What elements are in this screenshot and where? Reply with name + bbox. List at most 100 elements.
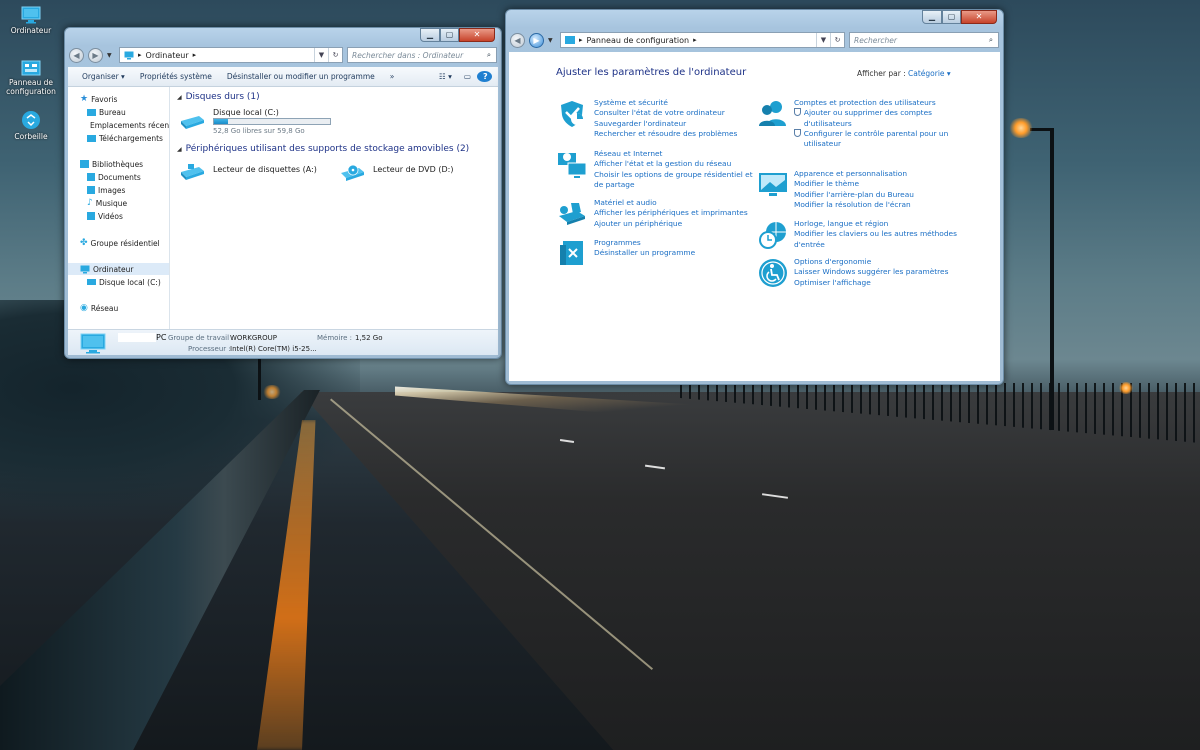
cp-client-area: Ajuster les paramètres de l'ordinateur A… <box>509 52 1000 381</box>
category-title-link[interactable]: Programmes <box>594 238 764 248</box>
task-link[interactable]: Ajouter un périphérique <box>594 219 764 229</box>
category-programs: Programmes Désinstaller un programme <box>594 238 764 259</box>
category-title-link[interactable]: Matériel et audio <box>594 198 764 208</box>
category-title-link[interactable]: Système et sécurité <box>594 98 764 108</box>
breadcrumb-separator: ▸ <box>579 36 583 44</box>
address-bar[interactable]: ▸ Ordinateur ▸ ▼ ↻ <box>119 47 343 63</box>
desktop-icon-recycle-bin[interactable]: Corbeille <box>2 110 60 141</box>
nav-item-desktop[interactable]: Bureau <box>68 106 169 118</box>
task-link[interactable]: Configurer le contrôle parental pour un … <box>804 129 979 150</box>
nav-item-documents[interactable]: Documents <box>68 171 169 183</box>
task-link[interactable]: Laisser Windows suggérer les paramètres <box>794 267 979 277</box>
user-accounts-icon <box>759 101 786 126</box>
page-title: Ajuster les paramètres de l'ordinateur <box>556 67 747 78</box>
category-title-link[interactable]: Options d'ergonomie <box>794 257 979 267</box>
help-icon[interactable]: ? <box>477 71 498 82</box>
minimize-button[interactable]: ▁ <box>922 10 942 24</box>
preview-pane-icon[interactable]: ▭ <box>458 72 477 81</box>
address-dropdown-button[interactable]: ▼ <box>816 33 830 47</box>
close-button[interactable]: ✕ <box>459 28 495 42</box>
back-button[interactable]: ◀ <box>510 32 525 48</box>
appearance-icon <box>759 173 787 196</box>
control-panel-window[interactable]: ▁ ▢ ✕ ◀ ▶ ▼ ▸ Panneau de configuration ▸… <box>505 9 1004 385</box>
address-bar[interactable]: ▸ Panneau de configuration ▸ ▼ ↻ <box>560 32 845 48</box>
task-link[interactable]: Modifier les claviers ou les autres méth… <box>794 229 979 250</box>
minimize-button[interactable]: ▁ <box>420 28 440 42</box>
category-title-link[interactable]: Comptes et protection des utilisateurs <box>794 98 979 108</box>
nav-item-local-disk[interactable]: Disque local (C:) <box>68 276 169 288</box>
nav-item-music[interactable]: ♪ Musique <box>68 197 169 209</box>
task-link[interactable]: Optimiser l'affichage <box>794 278 979 288</box>
forward-button[interactable]: ▶ <box>88 47 103 63</box>
refresh-button[interactable]: ↻ <box>830 33 844 47</box>
processor-value: Intel(R) Core(TM) i5-25... <box>230 345 317 353</box>
drive-icon <box>87 279 96 285</box>
task-link[interactable]: Modifier l'arrière-plan du Bureau <box>794 190 979 200</box>
nav-item-pictures[interactable]: Images <box>68 184 169 196</box>
search-input[interactable]: Rechercher ⌕ <box>849 32 999 48</box>
search-icon[interactable]: ⌕ <box>482 50 496 60</box>
nav-network[interactable]: ◉ Réseau <box>68 302 169 314</box>
category-clock-language: Horloge, langue et région Modifier les c… <box>794 219 979 250</box>
task-link[interactable]: Afficher les périphériques et imprimante… <box>594 208 764 218</box>
task-link[interactable]: Modifier le thème <box>794 179 979 189</box>
forward-button[interactable]: ▶ <box>529 32 544 48</box>
category-user-accounts: Comptes et protection des utilisateurs A… <box>794 98 979 149</box>
desktop-icon-computer[interactable]: Ordinateur <box>2 6 60 35</box>
window-caption-buttons: ▁ ▢ ✕ <box>420 28 495 42</box>
task-link[interactable]: Rechercher et résoudre des problèmes <box>594 129 764 139</box>
task-link[interactable]: Consulter l'état de votre ordinateur <box>594 108 764 118</box>
uac-shield-icon <box>794 128 801 137</box>
maximize-button[interactable]: ▢ <box>942 10 961 24</box>
view-options-icon[interactable]: ☷ ▾ <box>433 72 458 81</box>
desktop-icon-control-panel[interactable]: Panneau de configuration <box>2 60 60 96</box>
close-button[interactable]: ✕ <box>961 10 997 24</box>
breadcrumb-chevron-icon[interactable]: ▸ <box>693 36 697 44</box>
organize-menu[interactable]: Organiser ▾ <box>76 72 134 81</box>
explorer-window[interactable]: ▁ ▢ ✕ ◀ ▶ ▼ ▸ Ordinateur ▸ ▼ ↻ Recherche… <box>64 27 502 359</box>
computer-name-suffix: PC <box>156 333 167 342</box>
address-dropdown-button[interactable]: ▼ <box>314 48 328 62</box>
desktop-icon-label: Corbeille <box>14 132 48 141</box>
recycle-bin-icon <box>22 111 40 129</box>
task-link[interactable]: Modifier la résolution de l'écran <box>794 200 979 210</box>
maximize-button[interactable]: ▢ <box>440 28 459 42</box>
system-properties-button[interactable]: Propriétés système <box>134 72 221 81</box>
search-input[interactable]: Rechercher dans : Ordinateur ⌕ <box>347 47 497 63</box>
group-header-hard-disks[interactable]: ◢ Disques durs (1) <box>177 92 260 102</box>
category-appearance: Apparence et personnalisation Modifier l… <box>794 169 979 210</box>
search-icon[interactable]: ⌕ <box>984 35 998 45</box>
nav-item-recent-places[interactable]: Emplacements récents <box>68 119 169 131</box>
more-commands-button[interactable]: » <box>384 72 404 81</box>
category-title-link[interactable]: Horloge, langue et région <box>794 219 979 229</box>
category-title-link[interactable]: Apparence et personnalisation <box>794 169 979 179</box>
drive-floppy-a[interactable]: Lecteur de disquettes (A:) <box>179 162 319 184</box>
task-link[interactable]: Sauvegarder l'ordinateur <box>594 119 764 129</box>
nav-libraries[interactable]: Bibliothèques <box>68 158 169 170</box>
nav-item-downloads[interactable]: Téléchargements <box>68 132 169 144</box>
nav-favorites[interactable]: ★ Favoris <box>68 93 169 105</box>
task-link[interactable]: Afficher l'état et la gestion du réseau <box>594 159 754 169</box>
recent-pages-dropdown[interactable]: ▼ <box>548 37 556 44</box>
uninstall-program-button[interactable]: Désinstaller ou modifier un programme <box>221 72 384 81</box>
nav-item-videos[interactable]: Vidéos <box>68 210 169 222</box>
task-link[interactable]: Ajouter ou supprimer des comptes d'utili… <box>804 108 979 129</box>
task-link[interactable]: Choisir les options de groupe résidentie… <box>594 170 754 191</box>
drive-dvd-d[interactable]: Lecteur de DVD (D:) <box>339 162 479 184</box>
category-title-link[interactable]: Réseau et Internet <box>594 149 754 159</box>
refresh-button[interactable]: ↻ <box>328 48 342 62</box>
disk-usage-bar <box>213 118 331 125</box>
drive-local-disk-c[interactable]: Disque local (C:) 52,8 Go libres sur 59,… <box>179 108 339 138</box>
accessibility-icon <box>759 259 787 287</box>
breadcrumb-current[interactable]: Panneau de configuration <box>587 36 690 45</box>
breadcrumb-chevron-icon[interactable]: ▸ <box>193 51 197 59</box>
view-by-dropdown[interactable]: Catégorie ▾ <box>908 69 951 78</box>
breadcrumb-current[interactable]: Ordinateur <box>146 51 189 60</box>
nav-computer[interactable]: Ordinateur <box>68 263 169 275</box>
hardware-sound-icon <box>559 203 585 225</box>
back-button[interactable]: ◀ <box>69 47 84 63</box>
group-header-removable-devices[interactable]: ◢ Périphériques utilisant des supports d… <box>177 144 469 154</box>
recent-pages-dropdown[interactable]: ▼ <box>107 52 115 59</box>
nav-homegroup[interactable]: ✤ Groupe résidentiel <box>68 237 169 249</box>
task-link[interactable]: Désinstaller un programme <box>594 248 764 258</box>
